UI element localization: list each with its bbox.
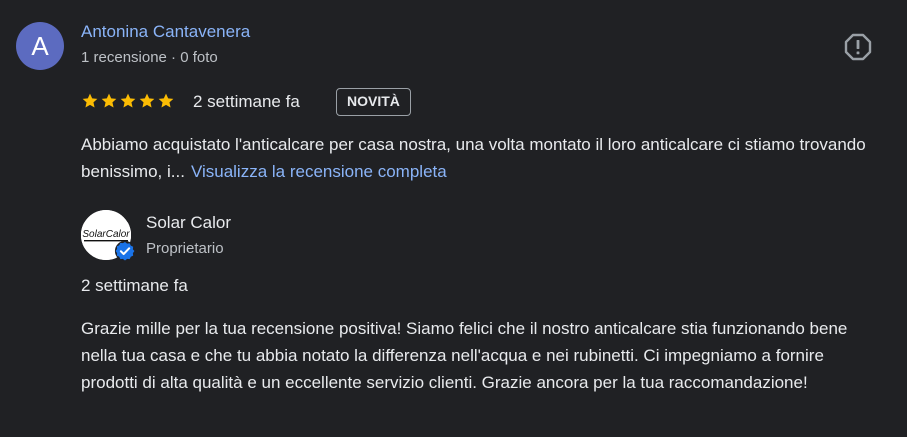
author-initial: A: [31, 31, 49, 61]
star-icon: [139, 93, 155, 108]
review-date: 2 settimane fa: [193, 92, 300, 111]
review-body: Abbiamo acquistato l'anticalcare per cas…: [81, 131, 871, 185]
star-icon: [82, 93, 98, 108]
verified-check-icon: [114, 240, 136, 262]
review-card: A Antonina Cantavenera 1 recensione · 0 …: [0, 0, 907, 437]
owner-logo[interactable]: SolarCalor: [81, 210, 136, 262]
report-flag-icon: [844, 33, 872, 61]
author-name-link[interactable]: Antonina Cantavenera: [81, 22, 250, 42]
author-avatar[interactable]: A: [16, 22, 64, 70]
star-rating: [81, 92, 175, 112]
reply-date: 2 settimane fa: [81, 276, 188, 295]
report-review-button[interactable]: [843, 32, 873, 62]
reply-text: Grazie mille per la tua recensione posit…: [81, 319, 848, 392]
read-full-review-link[interactable]: Visualizza la recensione completa: [191, 162, 447, 181]
owner-role: Proprietario: [146, 240, 224, 257]
star-icon: [158, 93, 174, 108]
star-icon: [101, 93, 117, 108]
svg-text:SolarCalor: SolarCalor: [82, 229, 130, 240]
owner-name: Solar Calor: [146, 213, 232, 232]
star-icon: [120, 93, 136, 108]
new-badge: NOVITÀ: [336, 88, 411, 116]
author-review-count: 1 recensione · 0 foto: [81, 49, 218, 66]
